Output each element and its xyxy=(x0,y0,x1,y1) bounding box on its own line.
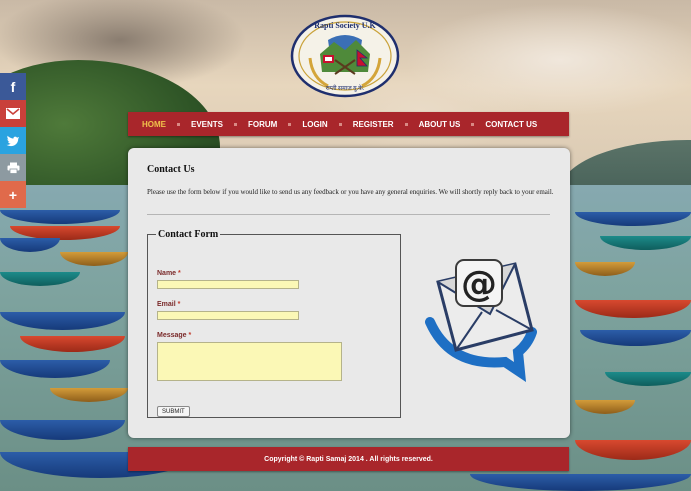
form-legend: Contact Form xyxy=(158,229,219,240)
name-field[interactable] xyxy=(157,280,299,289)
copyright-text: Copyright © Rapti Samaj 2014 . All right… xyxy=(264,455,433,463)
print-icon[interactable] xyxy=(0,154,26,181)
nav-contact-us[interactable]: CONTACT US xyxy=(485,120,537,129)
nav-about-us[interactable]: ABOUT US xyxy=(419,120,461,129)
social-share-bar: f + xyxy=(0,73,26,208)
nav-separator xyxy=(288,122,292,126)
nav-register[interactable]: REGISTER xyxy=(353,120,394,129)
nav-separator xyxy=(177,122,180,126)
email-envelope-icon: @ xyxy=(420,252,550,383)
facebook-icon[interactable]: f xyxy=(0,73,26,100)
name-label: Name * xyxy=(157,270,181,277)
footer-bar: Copyright © Rapti Samaj 2014 . All right… xyxy=(128,447,569,471)
nav-separator xyxy=(471,122,475,126)
message-label: Message * xyxy=(157,332,192,339)
divider xyxy=(147,214,550,215)
email-label: Email * xyxy=(157,301,181,308)
svg-text:Rapti Society U.K: Rapti Society U.K xyxy=(314,21,376,30)
content-panel: Contact Us Please use the form below if … xyxy=(128,148,570,438)
main-nav: HOME EVENTS FORUM LOGIN REGISTER ABOUT U… xyxy=(128,112,569,136)
gmail-icon[interactable] xyxy=(0,100,26,127)
svg-text:राप्ती समाज यु.के.: राप्ती समाज यु.के. xyxy=(326,84,365,92)
site-logo[interactable]: Rapti Society U.K राप्ती समाज यु.के. xyxy=(290,14,400,98)
plus-icon[interactable]: + xyxy=(0,181,26,208)
svg-text:@: @ xyxy=(461,264,497,305)
nav-forum[interactable]: FORUM xyxy=(248,120,277,129)
page-title: Contact Us xyxy=(147,164,195,175)
contact-form: Contact Form Name * Email * Message * SU… xyxy=(147,229,401,418)
message-field[interactable] xyxy=(157,342,342,381)
nav-separator xyxy=(234,122,238,126)
nav-events[interactable]: EVENTS xyxy=(191,120,223,129)
nav-separator xyxy=(338,122,342,126)
nav-login[interactable]: LOGIN xyxy=(302,120,327,129)
intro-text: Please use the form below if you would l… xyxy=(147,188,554,196)
nav-separator xyxy=(404,122,408,126)
submit-button[interactable]: SUBMIT xyxy=(157,406,190,417)
nav-home[interactable]: HOME xyxy=(142,120,166,129)
twitter-icon[interactable] xyxy=(0,127,26,154)
email-field[interactable] xyxy=(157,311,299,320)
